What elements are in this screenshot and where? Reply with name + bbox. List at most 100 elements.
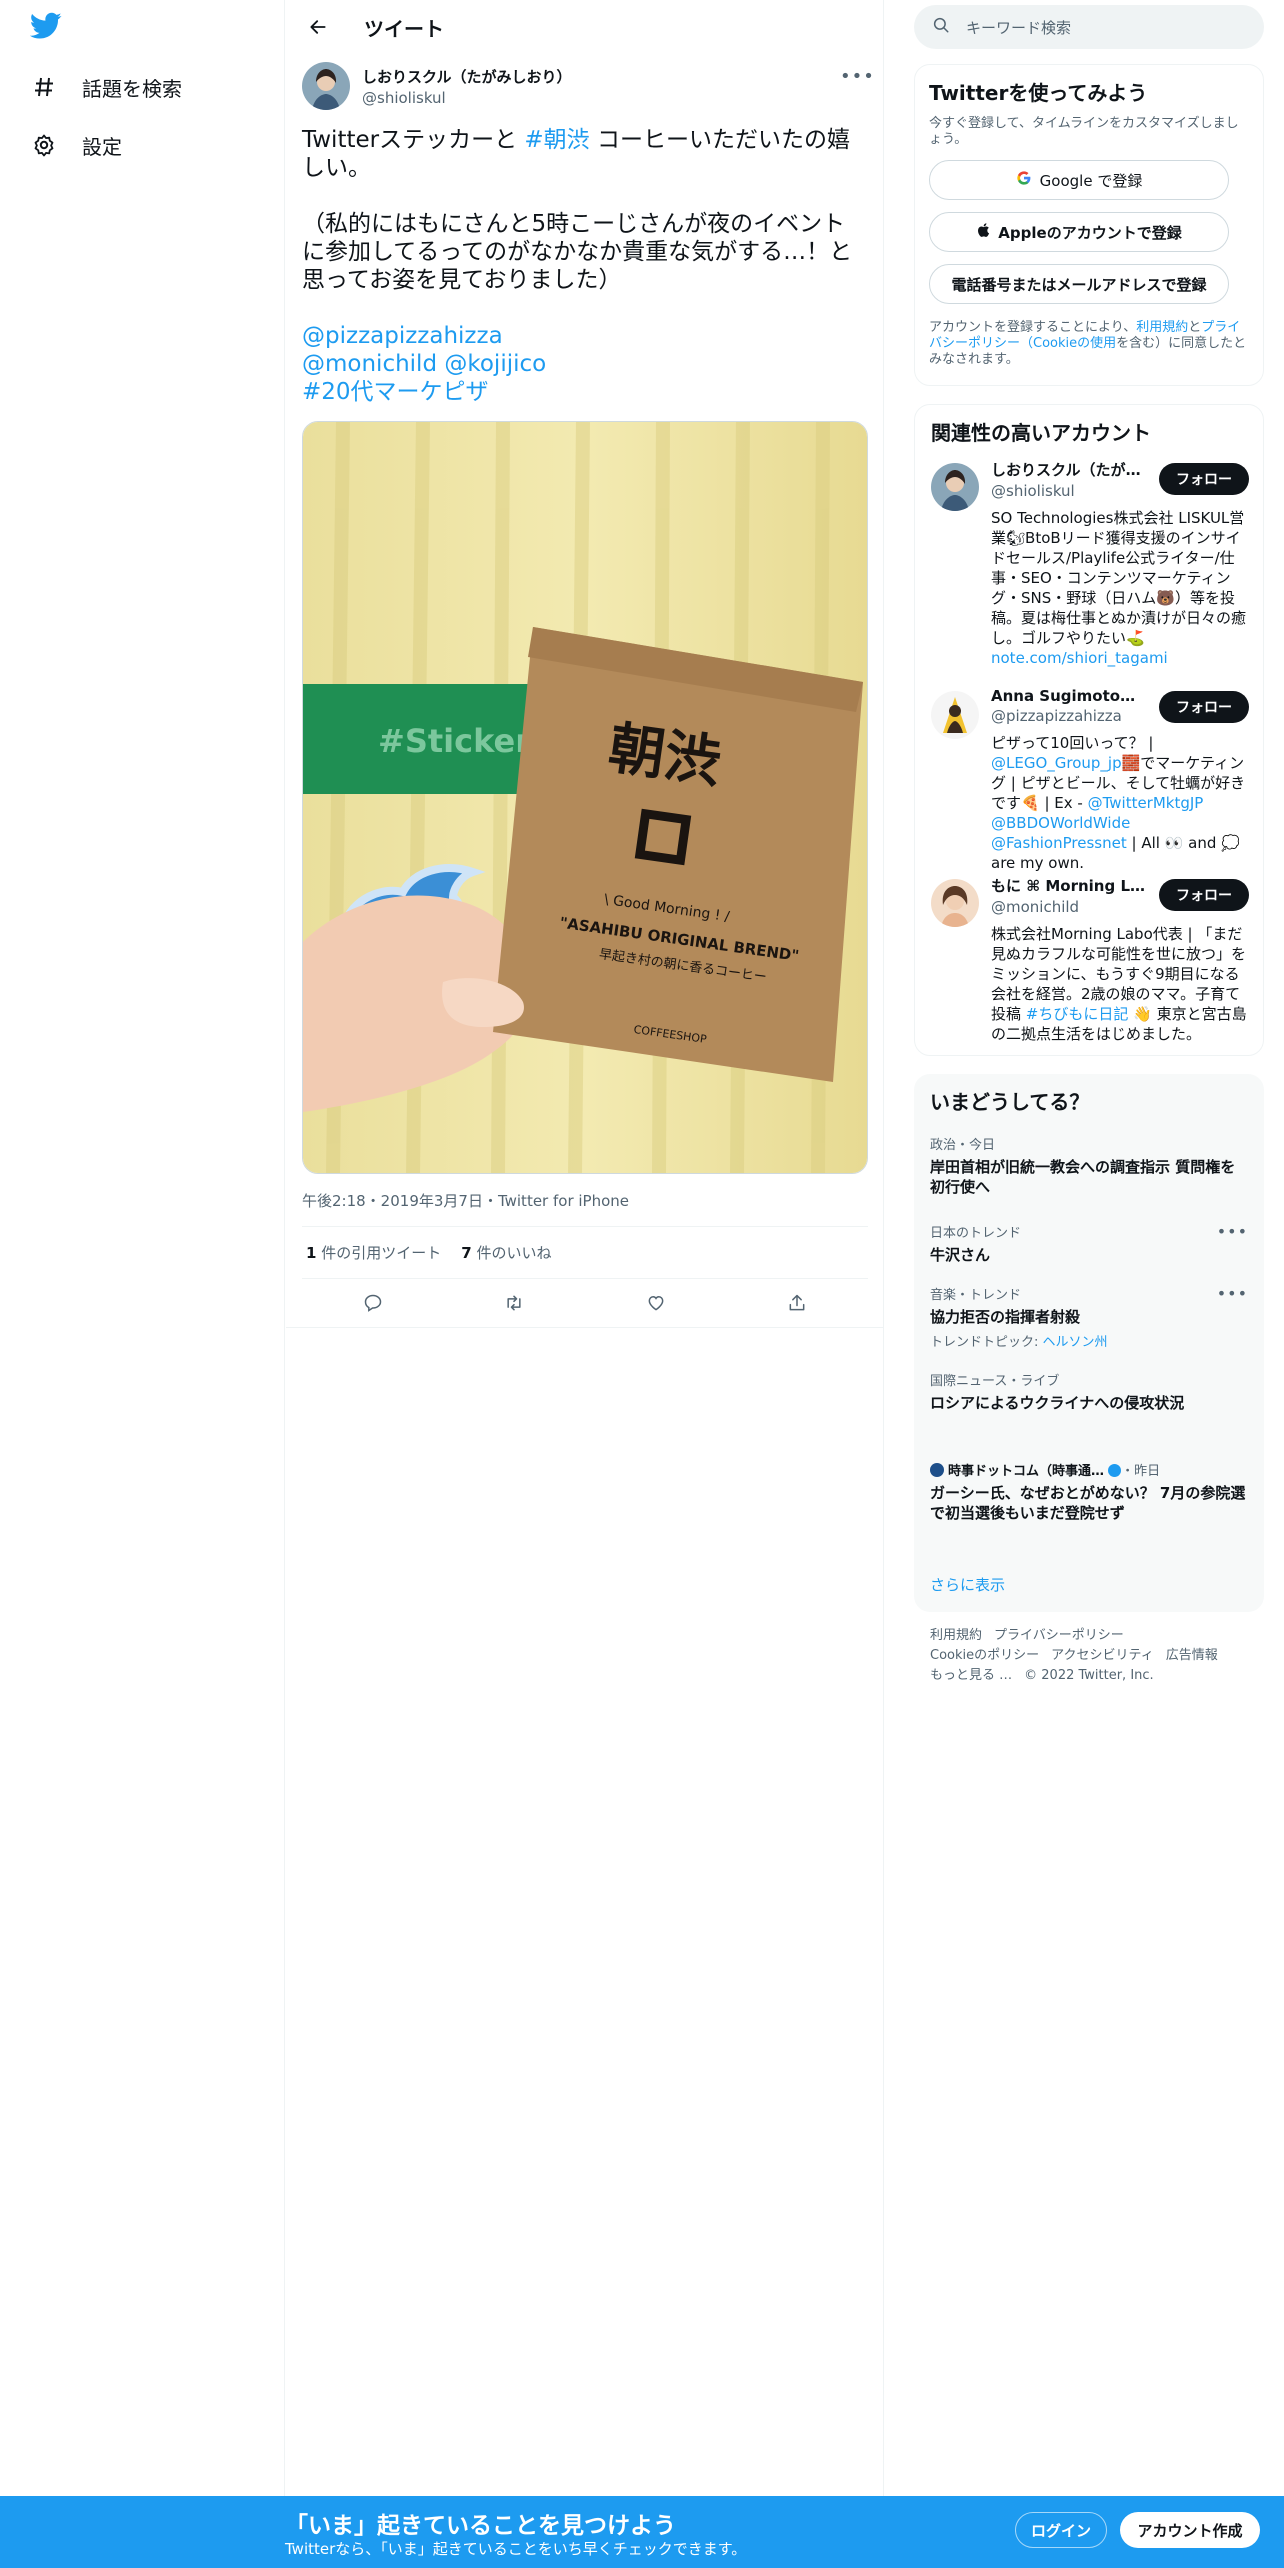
google-icon bbox=[1016, 170, 1032, 190]
hashtag-link[interactable]: #朝渋 bbox=[524, 127, 589, 153]
show-more-link[interactable]: さらに表示 bbox=[930, 1574, 1005, 1595]
signup-terms: アカウントを登録することにより、利用規約とプライバシーポリシー（Cookieの使… bbox=[929, 320, 1247, 367]
follow-button[interactable]: フォロー bbox=[1159, 463, 1249, 495]
apple-signup-button[interactable]: Appleのアカウントで登録 bbox=[929, 212, 1229, 252]
search-input[interactable]: キーワード検索 bbox=[914, 5, 1264, 49]
divider bbox=[302, 1226, 868, 1227]
more-options-icon[interactable]: ••• bbox=[1217, 1284, 1248, 1303]
avatar[interactable] bbox=[931, 879, 979, 927]
trend-context: 音楽・トレンド bbox=[930, 1288, 1022, 1303]
mention-link[interactable]: @FashionPressnet bbox=[991, 834, 1127, 852]
more-options-icon[interactable]: ••• bbox=[840, 66, 874, 90]
apple-icon bbox=[976, 222, 990, 242]
google-signup-button[interactable]: Google で登録 bbox=[929, 160, 1229, 200]
trend-item[interactable]: 音楽・トレンド 協力拒否の指揮者射殺 トレンドトピック: ヘルソン州 ••• bbox=[930, 1284, 1248, 1350]
trend-context: 国際ニュース・ライブ bbox=[930, 1374, 1060, 1389]
account-name[interactable]: もに ⌘ Morning Labo bbox=[991, 875, 1151, 896]
tweet-paragraph: （私的にはもにさんと5時こーじさんが夜のイベントに参加してるってのがなかなか貴重… bbox=[302, 211, 853, 293]
account-link[interactable]: note.com/shiori_tagami bbox=[991, 649, 1168, 667]
gear-icon bbox=[30, 131, 58, 159]
tweet-photo[interactable]: #Sticker 朝渋 \ Good Morning ! / "ASAHIBU … bbox=[302, 421, 868, 1174]
like-icon[interactable] bbox=[638, 1285, 674, 1321]
trend-item[interactable]: 日本のトレンド 牛沢さん ••• bbox=[930, 1222, 1248, 1265]
share-icon[interactable] bbox=[779, 1285, 815, 1321]
account-bio: ピザって10回いって？ | @LEGO_Group_jp🧱でマーケティング | … bbox=[991, 734, 1246, 872]
follow-button[interactable]: フォロー bbox=[1159, 691, 1249, 723]
retweet-icon[interactable] bbox=[496, 1285, 532, 1321]
tweet-actions bbox=[302, 1283, 868, 1323]
copyright: © 2022 Twitter, Inc. bbox=[1024, 1668, 1154, 1683]
mention-link[interactable]: @LEGO_Group_jp bbox=[991, 754, 1122, 772]
trend-item[interactable]: 政治・今日 岸田首相が旧統一教会への調査指示 質問権を初行使へ bbox=[930, 1134, 1248, 1197]
trend-related: トレンドトピック: ヘルソン州 bbox=[930, 1335, 1108, 1350]
reply-icon[interactable] bbox=[355, 1285, 391, 1321]
nav-settings-label: 設定 bbox=[82, 134, 122, 159]
trend-title: 岸田首相が旧統一教会への調査指示 質問権を初行使へ bbox=[930, 1158, 1236, 1196]
banner-headline: 「いま」起きていることを見つけよう bbox=[285, 2513, 676, 2539]
arrow-left-icon[interactable] bbox=[300, 9, 336, 45]
footer-link[interactable]: Cookieのポリシー bbox=[930, 1648, 1039, 1663]
trend-context: 日本のトレンド bbox=[930, 1226, 1022, 1241]
nav-settings[interactable]: 設定 bbox=[30, 120, 122, 170]
related-accounts-card: 関連性の高いアカウント しおりスクル（たがみしおり） @shioliskul S… bbox=[914, 404, 1264, 1056]
author-name[interactable]: しおりスクル（たがみしおり） bbox=[362, 66, 572, 87]
trend-context: 時事ドットコム（時事通… ・昨日 bbox=[930, 1460, 1248, 1479]
like-count[interactable]: 7 件のいいね bbox=[461, 1242, 551, 1263]
tweet-text: Twitterステッカーと #朝渋 コーヒーいただいたの嬉しい。 （私的にはもに… bbox=[302, 126, 868, 406]
mention-link[interactable]: @BBDOWorldWide bbox=[991, 814, 1130, 832]
hashtag-icon bbox=[30, 73, 58, 101]
tweet-timestamp[interactable]: 午後2:18・2019年3月7日・Twitter for iPhone bbox=[302, 1190, 629, 1211]
account-name[interactable]: Anna Sugimoto🍫👩🏻‍💼 bbox=[991, 687, 1151, 705]
hashtag-link[interactable]: #20代マーケピザ bbox=[302, 379, 489, 405]
login-button[interactable]: ログイン bbox=[1015, 2512, 1107, 2548]
verified-badge-icon bbox=[1108, 1464, 1122, 1477]
mention-link[interactable]: @pizzapizzahizza bbox=[302, 323, 503, 349]
avatar[interactable] bbox=[931, 691, 979, 739]
search-placeholder: キーワード検索 bbox=[966, 18, 1072, 37]
trend-title: 牛沢さん bbox=[930, 1246, 991, 1264]
sticker-text: #Sticker bbox=[378, 722, 531, 760]
terms-link[interactable]: 利用規約 bbox=[1136, 320, 1188, 335]
mention-link[interactable]: @TwitterMktgJP bbox=[1088, 794, 1204, 812]
footer-link[interactable]: 広告情報 bbox=[1166, 1648, 1218, 1663]
tweet-stats: 1 件の引用ツイート 7 件のいいね bbox=[306, 1242, 551, 1263]
nav-explore[interactable]: 話題を検索 bbox=[30, 62, 182, 112]
more-options-icon[interactable]: ••• bbox=[1217, 1222, 1248, 1241]
trend-item[interactable]: 時事ドットコム（時事通… ・昨日 ガーシー氏、なぜおとがめない？ 7月の参院選で… bbox=[930, 1460, 1248, 1523]
banner-subtitle: Twitterなら、「いま」起きていることをいち早くチェックできます。 bbox=[285, 2540, 747, 2558]
quote-count[interactable]: 1 件の引用ツイート bbox=[306, 1242, 441, 1263]
footer-link[interactable]: 利用規約 bbox=[930, 1628, 982, 1643]
signup-card: Twitterを使ってみよう 今すぐ登録して、タイムラインをカスタマイズしましょ… bbox=[914, 64, 1264, 386]
search-icon bbox=[932, 16, 950, 38]
create-account-button[interactable]: アカウント作成 bbox=[1120, 2512, 1260, 2548]
bottom-signup-banner: 「いま」起きていることを見つけよう Twitterなら、「いま」起きていることを… bbox=[0, 2496, 1284, 2568]
account-name[interactable]: しおりスクル（たがみしおり） bbox=[991, 459, 1151, 480]
nav-explore-label: 話題を検索 bbox=[82, 76, 182, 101]
tweet-header: ツイート bbox=[286, 0, 883, 54]
trend-item[interactable]: 国際ニュース・ライブ ロシアによるウクライナへの侵攻状況 bbox=[930, 1370, 1248, 1413]
tweet-text-part1: Twitterステッカーと bbox=[302, 127, 525, 153]
footer-link[interactable]: プライバシーポリシー bbox=[994, 1628, 1124, 1643]
author-handle[interactable]: @shioliskul bbox=[362, 89, 572, 107]
divider bbox=[302, 1278, 868, 1279]
main-column: ツイート しおりスクル（たがみしおり） @shioliskul ••• Twit… bbox=[286, 0, 884, 2568]
tweet-author: しおりスクル（たがみしおり） @shioliskul ••• bbox=[302, 62, 874, 112]
trends-card: いまどうしてる？ 政治・今日 岸田首相が旧統一教会への調査指示 質問権を初行使へ… bbox=[914, 1074, 1264, 1612]
page-title: ツイート bbox=[364, 16, 444, 41]
footer-link[interactable]: もっと見る … bbox=[930, 1668, 1012, 1683]
follow-button[interactable]: フォロー bbox=[1159, 879, 1249, 911]
footer-links: 利用規約 プライバシーポリシー Cookieのポリシー アクセシビリティ 広告情報 も… bbox=[930, 1626, 1250, 1686]
twitter-bird-icon[interactable] bbox=[29, 12, 66, 48]
avatar[interactable] bbox=[931, 463, 979, 511]
signup-subtitle: 今すぐ登録して、タイムラインをカスタマイズしましょう。 bbox=[929, 116, 1239, 147]
avatar[interactable] bbox=[302, 62, 350, 110]
hashtag-link[interactable]: #ちびもに日記 bbox=[1026, 1005, 1129, 1023]
account-bio: 株式会社Morning Labo代表 | 「まだ見ぬカラフルな可能性を世に放つ」… bbox=[991, 925, 1247, 1043]
trend-related-link[interactable]: ヘルソン州 bbox=[1043, 1335, 1108, 1350]
footer-link[interactable]: アクセシビリティ bbox=[1051, 1648, 1154, 1663]
mention-link[interactable]: @kojijico bbox=[444, 351, 546, 377]
phone-email-signup-button[interactable]: 電話番号またはメールアドレスで登録 bbox=[929, 264, 1229, 304]
trend-title: ロシアによるウクライナへの侵攻状況 bbox=[930, 1394, 1185, 1412]
trend-title: ガーシー氏、なぜおとがめない？ 7月の参院選で初当選後もいまだ登院せず bbox=[930, 1484, 1246, 1522]
mention-link[interactable]: @monichild bbox=[302, 351, 437, 377]
